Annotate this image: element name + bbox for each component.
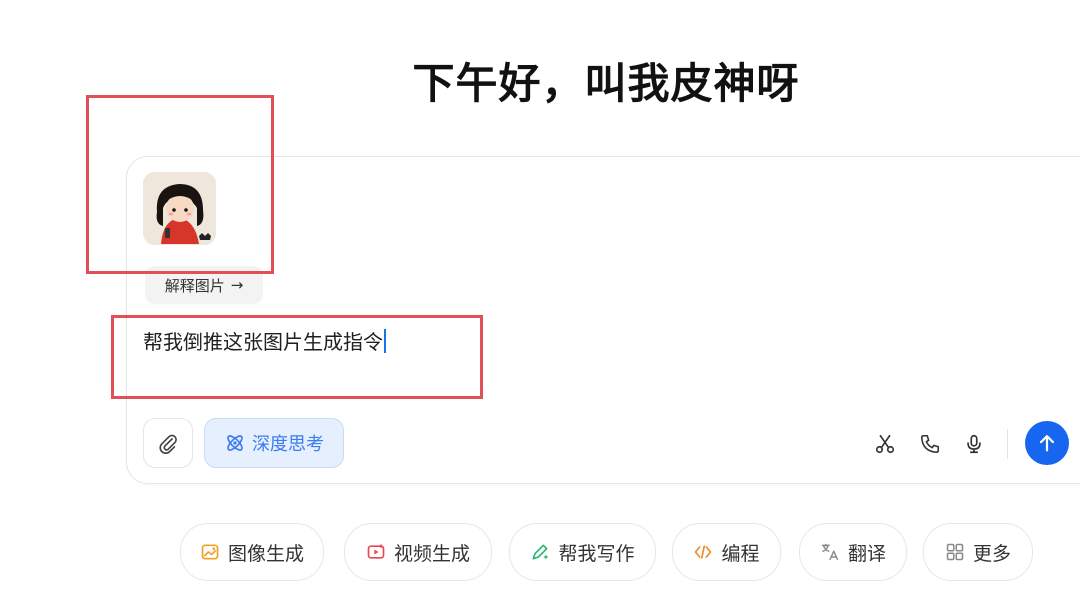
quick-action-video-gen[interactable]: 视频生成 (344, 523, 492, 581)
paperclip-icon (159, 434, 177, 454)
quick-action-label: 图像生成 (227, 542, 304, 565)
atom-icon (227, 435, 243, 451)
attach-button[interactable] (143, 418, 193, 468)
phone-icon (920, 434, 940, 454)
quick-action-label: 视频生成 (393, 542, 470, 565)
translate-icon (821, 543, 839, 561)
quick-action-translate[interactable]: 翻译 (799, 523, 907, 581)
quick-action-label: 翻译 (847, 542, 886, 565)
quick-action-image-gen[interactable]: 图像生成 (180, 523, 324, 581)
quick-action-label: 编程 (721, 542, 760, 565)
deep-think-label: 深度思考 (252, 434, 324, 455)
quick-action-more[interactable]: 更多 (923, 523, 1033, 581)
highlight-box-prompt (111, 315, 483, 399)
deep-think-button[interactable]: 深度思考 (204, 418, 344, 468)
arrow-right-icon: → (230, 276, 244, 294)
code-icon (695, 545, 712, 559)
toolbar-divider (1007, 429, 1008, 459)
scissors-button[interactable] (873, 432, 897, 456)
quick-action-label: 帮我写作 (558, 542, 635, 565)
scissors-icon (875, 434, 895, 454)
quick-action-writing[interactable]: 帮我写作 (509, 523, 656, 581)
video-gen-icon (367, 543, 385, 559)
quick-action-coding[interactable]: 编程 (672, 523, 781, 581)
arrow-up-icon (1039, 435, 1055, 452)
pen-icon (532, 544, 549, 560)
grid-icon (946, 543, 964, 561)
voice-button[interactable] (962, 432, 986, 456)
explain-image-label: 解释图片 (164, 276, 225, 295)
highlight-box-image (86, 95, 274, 274)
microphone-icon (967, 434, 981, 454)
call-button[interactable] (918, 432, 942, 456)
quick-action-label: 更多 (972, 542, 1011, 565)
send-button[interactable] (1025, 421, 1069, 465)
image-gen-icon (201, 544, 219, 560)
